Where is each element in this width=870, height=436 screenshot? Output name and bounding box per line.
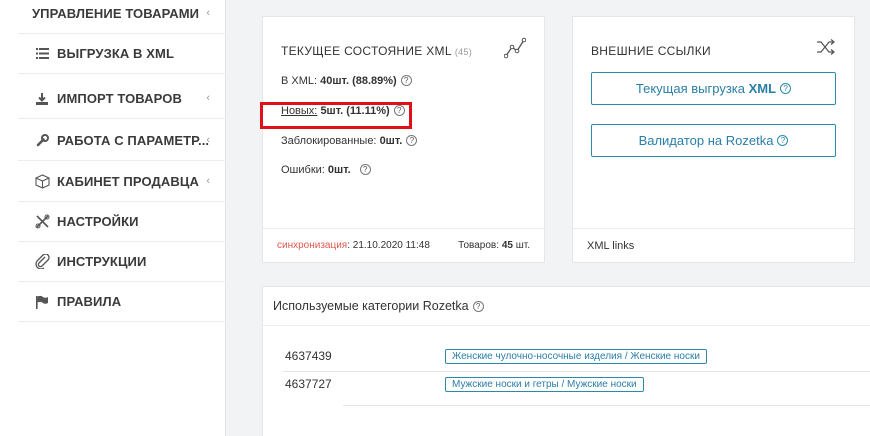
links-card-footer: XML links — [573, 228, 854, 262]
sidebar-item-label: ИМПОРТ ТОВАРОВ — [57, 91, 182, 106]
category-tag[interactable]: Женские чулочно-носочные изделия / Женск… — [445, 349, 707, 364]
sidebar-item-params[interactable]: РАБОТА С ПАРАМЕТР... ‹ — [18, 121, 226, 161]
categories-card: Используемые категории Rozetka? 4637439 … — [262, 286, 870, 436]
download-icon — [32, 91, 52, 107]
external-links-card: ВНЕШНИЕ ССЫЛКИ Текущая выгрузка XML? Вал… — [572, 16, 855, 263]
sync-time: : 21.10.2020 11:48 — [347, 240, 430, 251]
chevron-left-icon: ‹ — [206, 175, 210, 187]
chevron-left-icon: ‹ — [206, 92, 210, 104]
chevron-left-icon: ‹ — [206, 134, 210, 146]
sidebar-item-xml-export[interactable]: ВЫГРУЗКА В XML — [18, 34, 226, 74]
sidebar-item-rules[interactable]: ПРАВИЛА — [18, 282, 226, 322]
shuffle-icon — [816, 39, 836, 60]
category-id: 4637439 — [285, 349, 332, 363]
sidebar-item-import[interactable]: ИМПОРТ ТОВАРОВ ‹ — [18, 79, 226, 119]
current-xml-export-button[interactable]: Текущая выгрузка XML? — [591, 72, 836, 105]
status-count: (45) — [454, 47, 473, 57]
stat-blocked: Заблокированные: 0шт.? — [281, 135, 418, 147]
products-total: Товаров: 45 шт. — [458, 240, 530, 251]
tools-icon — [32, 214, 52, 230]
help-icon[interactable]: ? — [472, 301, 484, 312]
xml-status-card: ТЕКУЩЕЕ СОСТОЯНИЕ XML (45) В XML: 40шт. (… — [262, 16, 545, 263]
sync-label: синхронизация — [277, 240, 348, 251]
sidebar: УПРАВЛЕНИЕ ТОВАРАМИ ‹ ВЫГРУЗКА В XML ИМП… — [0, 0, 226, 436]
status-card-footer: синхронизация: 21.10.2020 11:48 Товаров:… — [263, 228, 544, 262]
paperclip-icon — [32, 254, 52, 270]
sidebar-item-label: УПРАВЛЕНИЕ ТОВАРАМИ — [32, 6, 200, 21]
category-tag[interactable]: Мужские носки и гетры / Мужские носки — [445, 377, 644, 392]
divider — [263, 325, 870, 326]
sidebar-item-label: ВЫГРУЗКА В XML — [57, 46, 174, 61]
links-card-title: ВНЕШНИЕ ССЫЛКИ — [591, 44, 711, 58]
table-row: 4637439 Женские чулочно-носочные изделия… — [285, 346, 870, 370]
row-divider — [343, 405, 870, 406]
rozetka-validator-button[interactable]: Валидатор на Rozetka? — [591, 124, 836, 157]
sidebar-item-label: КАБИНЕТ ПРОДАВЦА — [57, 174, 199, 189]
status-card-title: ТЕКУЩЕЕ СОСТОЯНИЕ XML (45) — [281, 44, 473, 58]
highlight-box — [260, 102, 412, 129]
sidebar-item-seller-cabinet[interactable]: КАБИНЕТ ПРОДАВЦА ‹ — [18, 162, 226, 202]
sidebar-item-label: ПРАВИЛА — [57, 294, 122, 309]
sidebar-item-label: ИНСТРУКЦИИ — [57, 254, 147, 269]
sidebar-item-settings[interactable]: НАСТРОЙКИ — [18, 202, 226, 242]
sidebar-item-label: НАСТРОЙКИ — [57, 214, 139, 229]
list-icon — [32, 46, 52, 62]
stat-in-xml: В XML: 40шт. (88.89%)? — [281, 75, 412, 87]
wrench-icon — [32, 133, 52, 149]
table-row: 4637727 Мужские носки и гетры / Мужские … — [285, 374, 870, 398]
cube-icon — [32, 174, 52, 190]
row-divider — [283, 371, 870, 372]
category-id: 4637727 — [285, 377, 332, 391]
help-icon[interactable]: ? — [400, 75, 412, 86]
chevron-left-icon: ‹ — [206, 7, 210, 19]
help-icon[interactable]: ? — [406, 135, 418, 146]
stat-errors: Ошибки: 0шт.? — [281, 164, 371, 176]
chart-line-icon — [503, 37, 527, 64]
flag-icon — [32, 294, 52, 310]
sidebar-item-products[interactable]: УПРАВЛЕНИЕ ТОВАРАМИ ‹ — [18, 0, 226, 34]
sidebar-item-label: РАБОТА С ПАРАМЕТР... — [57, 133, 210, 148]
help-icon[interactable]: ? — [359, 164, 371, 175]
sidebar-item-instructions[interactable]: ИНСТРУКЦИИ — [18, 242, 226, 282]
categories-card-title: Используемые категории Rozetka? — [273, 299, 484, 313]
